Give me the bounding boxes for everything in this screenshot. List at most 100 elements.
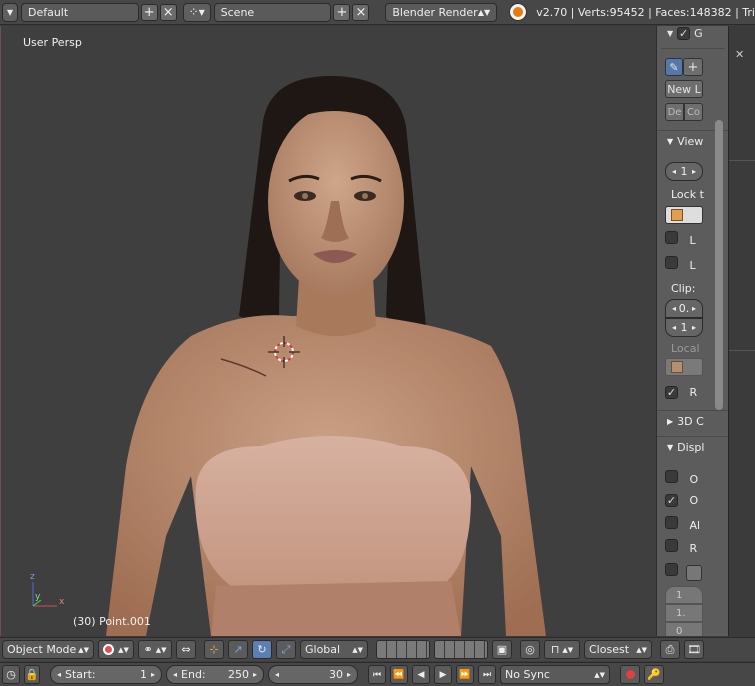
lock-cursor-row[interactable]: L (665, 231, 696, 247)
3d-viewport[interactable]: User Persp z y x (30) Point.001 (0, 26, 656, 636)
pivot-point-select[interactable]: ⚭ ▲▼ (138, 640, 172, 659)
timeline-header: ◷ 🔒 ◂ Start: 1 ▸ ◂ End: 250 ▸ ◂ 30 ▸ ⏮ ⏪… (0, 662, 755, 686)
transform-orientation-select[interactable]: Global ▲▼ (300, 640, 368, 659)
local-camera-label: Local (671, 342, 700, 355)
collapse-triangle-icon: ▼ (667, 137, 674, 146)
remove-layout-button[interactable]: × (159, 3, 177, 21)
grid-scale-field[interactable]: 1. (665, 604, 703, 622)
render-border-checkbox[interactable]: ✓ (665, 386, 678, 399)
collapse-triangle-icon: ▼ (667, 28, 674, 38)
cube-icon (671, 361, 683, 373)
grease-pencil-header[interactable]: ▼ ✓ G (657, 26, 728, 40)
clip-start-field[interactable]: ◂ 0. ▸ (665, 299, 703, 318)
snap-target-select[interactable]: Closest ▲▼ (584, 640, 652, 659)
layers-grid-2[interactable] (434, 640, 488, 659)
scene-field[interactable]: Scene (213, 2, 332, 22)
mode-label: Object Mode (7, 643, 77, 656)
only-render-checkbox[interactable] (665, 470, 678, 483)
info-header: ▾ Default + × ⁘▾ Scene + × Blender Rende… (0, 0, 755, 25)
lock-camera-row[interactable]: L (665, 256, 696, 272)
end-frame-field[interactable]: ◂ End: 250 ▸ (166, 665, 264, 684)
panel-scrollbar[interactable] (715, 120, 723, 410)
new-layer-button[interactable]: New L (665, 80, 703, 98)
manipulator-toggle[interactable]: ⇔ (176, 640, 196, 659)
snap-toggle-icon[interactable]: ⊓ ▲▼ (544, 640, 580, 659)
jump-start-icon[interactable]: ⏮ (368, 665, 386, 684)
editor-type-icon[interactable]: ▾ (2, 2, 18, 22)
lens-field[interactable]: ◂ 1 ▸ (665, 162, 703, 181)
convert-button[interactable]: Co (684, 103, 703, 121)
timeline-editor-icon[interactable]: ◷ (2, 665, 20, 684)
model-render (32, 76, 546, 636)
increment-arrow-icon: ▸ (691, 323, 696, 332)
play-reverse-icon[interactable]: ◀ (412, 665, 430, 684)
lock-cursor-checkbox[interactable] (665, 231, 678, 244)
cube-icon (671, 209, 683, 221)
add-layer-button[interactable]: + (683, 58, 703, 76)
render-border-row[interactable]: ✓ R (665, 386, 697, 399)
3d-cursor-icon[interactable] (268, 336, 300, 368)
start-frame-value: 1 (139, 668, 147, 681)
snap-target-label: Closest (589, 643, 630, 656)
clip-end-field[interactable]: ◂ 1 ▸ (665, 318, 703, 337)
divider (729, 350, 755, 351)
move-manipulator-icon[interactable]: ↗ (228, 640, 248, 659)
magnet-icon: ⊓ (550, 643, 560, 656)
dropdown-arrows-icon: ▲▼ (562, 645, 574, 654)
all-edges-row[interactable]: Al (665, 516, 700, 532)
screen-layout-field[interactable]: Default (20, 2, 139, 22)
current-frame-field[interactable]: ◂ 30 ▸ (268, 665, 358, 684)
lock-camera-checkbox[interactable] (665, 256, 678, 269)
start-frame-field[interactable]: ◂ Start: 1 ▸ (50, 665, 162, 684)
keying-set-icon[interactable]: 🔑 (644, 665, 664, 684)
relationship-row[interactable]: R (665, 539, 697, 555)
layers-grid-1[interactable] (376, 640, 430, 659)
proportional-edit-icon[interactable]: ◎ (520, 640, 540, 659)
dropdown-arrows-icon: ▲▼ (477, 7, 491, 17)
lock-layers-icon[interactable]: ▣ (492, 640, 512, 659)
grid-lines-field[interactable]: 1 (665, 586, 703, 604)
grid-floor-row[interactable] (665, 563, 702, 581)
grid-toggle-icon[interactable] (685, 565, 702, 581)
outline-row[interactable]: ✓ O (665, 494, 698, 507)
grid-floor-checkbox[interactable] (665, 563, 678, 576)
outline-checkbox[interactable]: ✓ (665, 494, 678, 507)
rotate-manipulator-icon[interactable]: ↻ (252, 640, 272, 659)
next-keyframe-icon[interactable]: ⏩ (456, 665, 474, 684)
add-layout-button[interactable]: + (140, 3, 158, 21)
prev-keyframe-icon[interactable]: ⏪ (390, 665, 408, 684)
jump-end-icon[interactable]: ⏭ (478, 665, 496, 684)
close-icon[interactable]: ✕ (735, 48, 744, 61)
scale-manipulator-icon[interactable]: ⤢ (276, 640, 296, 659)
pencil-icon[interactable]: ✎ (665, 58, 683, 76)
add-scene-button[interactable]: + (333, 3, 351, 21)
all-edges-checkbox[interactable] (665, 516, 678, 529)
only-render-label: O (689, 473, 699, 486)
render-image-icon[interactable]: ⎙ (660, 640, 680, 659)
scene-selector-icon[interactable]: ⁘▾ (182, 2, 211, 22)
render-animation-icon[interactable]: 🎞 (684, 640, 704, 659)
decrement-arrow-icon: ◂ (275, 670, 280, 679)
top-garment (195, 436, 471, 594)
delete-button[interactable]: De (665, 103, 684, 121)
lock-icon[interactable]: 🔒 (24, 665, 40, 684)
lock-object-field[interactable] (665, 206, 703, 224)
display-panel-header[interactable]: ▼ Displ (657, 436, 728, 458)
sync-mode-select[interactable]: No Sync ▲▼ (500, 665, 610, 684)
translate-manipulator-icon[interactable]: ⊹ (204, 640, 224, 659)
relationship-checkbox[interactable] (665, 539, 678, 552)
play-icon[interactable]: ▶ (434, 665, 452, 684)
dropdown-arrows-icon: ▲▼ (155, 645, 167, 654)
object-info-label: (30) Point.001 (73, 615, 151, 628)
cursor-panel-header[interactable]: ▶ 3D C (657, 410, 728, 432)
render-engine-select[interactable]: Blender Render ▲▼ (385, 2, 498, 22)
record-icon[interactable] (620, 665, 640, 684)
viewport-shading-select[interactable]: ▲▼ (98, 640, 134, 659)
remove-scene-button[interactable]: × (352, 3, 370, 21)
only-render-row[interactable]: O (665, 470, 698, 486)
grease-pencil-checkbox[interactable]: ✓ (677, 26, 691, 40)
axis-x-label: x (59, 597, 65, 607)
axis-z-label: z (30, 572, 35, 582)
grid-subdivisions-field[interactable]: 0 (665, 622, 703, 636)
mode-select[interactable]: Object Mode ▲▼ (2, 640, 94, 659)
